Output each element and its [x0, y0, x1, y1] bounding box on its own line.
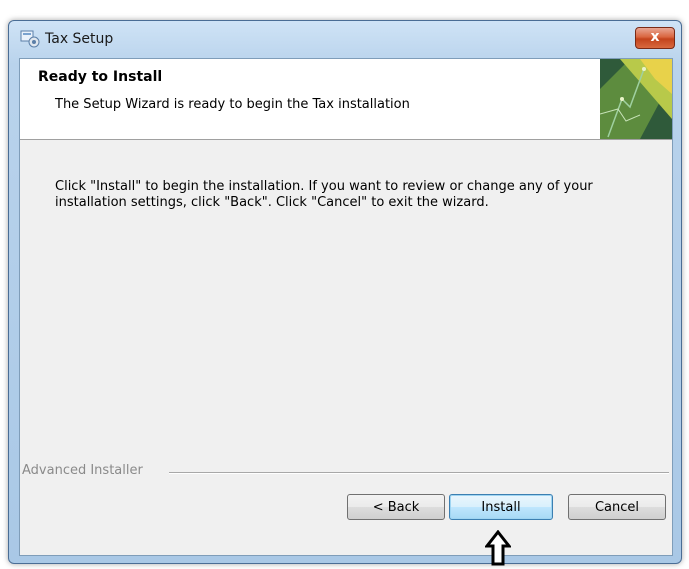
window-title: Tax Setup	[45, 31, 114, 47]
instruction-text: Click "Install" to begin the installatio…	[55, 179, 593, 210]
wizard-client-area: Ready to Install The Setup Wizard is rea…	[19, 58, 673, 556]
banner-graphic-icon	[600, 59, 672, 139]
setup-window: Tax Setup x Ready to Install The Setup W…	[8, 20, 682, 564]
close-button[interactable]: x	[635, 27, 675, 49]
cancel-button[interactable]: Cancel	[568, 494, 666, 520]
install-button[interactable]: Install	[449, 494, 553, 520]
page-title: Ready to Install	[38, 69, 163, 85]
branding-label: Advanced Installer	[22, 463, 143, 478]
title-bar[interactable]: Tax Setup x	[9, 21, 681, 57]
header-banner: Ready to Install The Setup Wizard is rea…	[20, 59, 672, 140]
footer-divider	[169, 472, 669, 474]
up-arrow-icon	[485, 530, 511, 566]
setup-icon	[20, 30, 40, 48]
page-subtitle: The Setup Wizard is ready to begin the T…	[55, 97, 410, 112]
back-button[interactable]: < Back	[347, 494, 445, 520]
